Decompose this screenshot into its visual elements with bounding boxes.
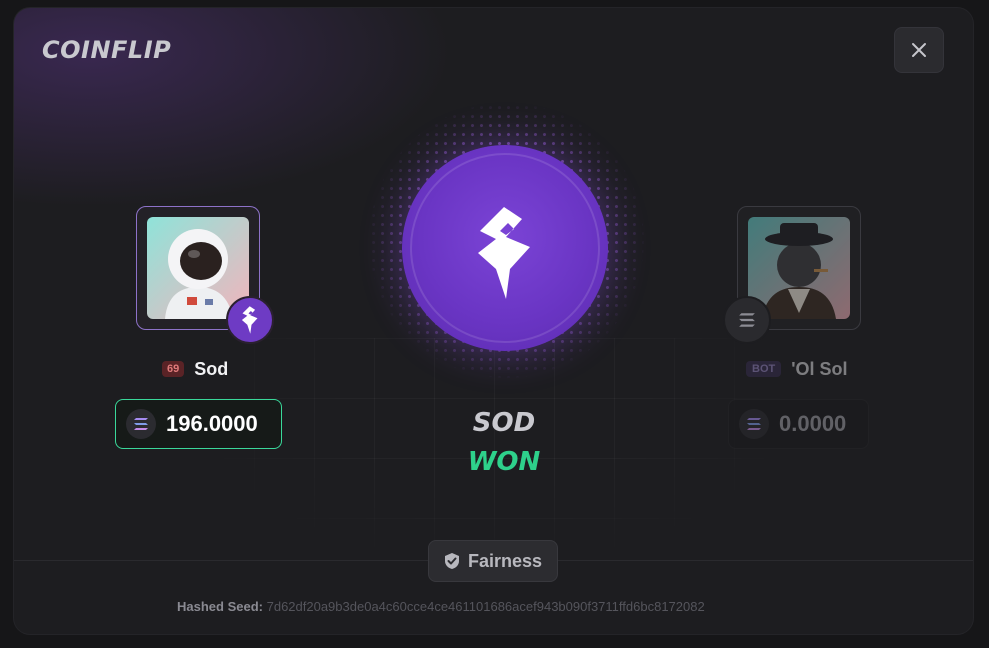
hashed-seed-label: Hashed Seed: [177, 599, 263, 614]
player-right-amount-box: 0.0000 [728, 399, 869, 449]
player-right-bot-badge: BOT [746, 361, 782, 377]
hashed-seed-value[interactable]: 7d62df20a9b3de0a4c60cce4ce461101686acef9… [267, 599, 705, 614]
coin [402, 145, 608, 351]
player-right-name-row: BOT 'Ol Sol [746, 358, 848, 380]
coinflip-modal: COINFLIP 69 Sod 196.0000 SOD WON BOT 'Ol… [14, 8, 973, 634]
solana-icon [739, 313, 755, 327]
fairness-button[interactable]: Fairness [428, 540, 558, 582]
player-left-name-row: 69 Sod [162, 358, 228, 380]
fairness-label: Fairness [467, 550, 543, 571]
modal-title: COINFLIP [42, 36, 172, 64]
close-button[interactable] [894, 27, 944, 73]
solana-icon [126, 409, 156, 439]
shield-check-icon [444, 553, 459, 569]
player-right-amount: 0.0000 [779, 411, 847, 436]
brand-logo-icon [241, 306, 258, 334]
winner-name: SOD [472, 408, 536, 438]
player-left-level-badge: 69 [162, 361, 185, 377]
player-left-name[interactable]: Sod [194, 359, 228, 380]
result-status: WON [467, 447, 541, 477]
solana-icon [739, 409, 769, 439]
hashed-seed-row: Hashed Seed: 7d62df20a9b3de0a4c60cce4ce4… [177, 599, 705, 614]
player-right-side-badge [723, 296, 771, 344]
player-right-name[interactable]: 'Ol Sol [791, 359, 847, 380]
player-left-amount: 196.0000 [166, 411, 258, 436]
player-left-amount-box: 196.0000 [115, 399, 282, 449]
brand-logo-icon [478, 207, 530, 299]
player-left-side-badge [226, 296, 274, 344]
close-icon [912, 43, 926, 57]
